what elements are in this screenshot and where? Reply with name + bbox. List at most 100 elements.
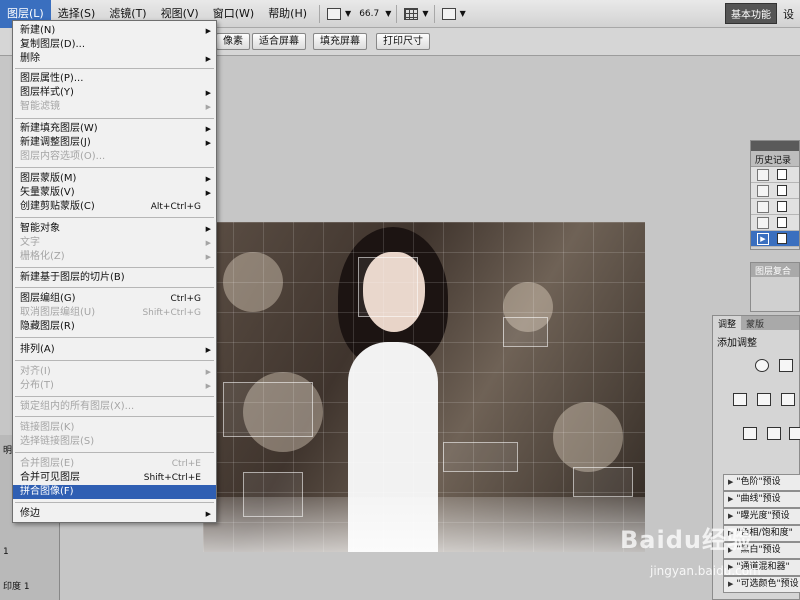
- expand-triangle-icon[interactable]: ▶: [728, 512, 733, 520]
- menu-item-label: 新建基于图层的切片(B): [20, 272, 125, 283]
- history-state-icon: [777, 217, 787, 228]
- left-panel-item[interactable]: 印度 1: [0, 579, 58, 592]
- menu-item-type: 文字 ▶: [13, 236, 216, 250]
- history-source-checkbox[interactable]: [757, 216, 769, 229]
- expand-triangle-icon[interactable]: ▶: [728, 495, 733, 503]
- menu-item-new-fill-layer[interactable]: 新建填充图层(W) ▶: [13, 122, 216, 136]
- chevron-down-icon[interactable]: ▼: [422, 9, 428, 18]
- history-row[interactable]: [751, 199, 799, 215]
- history-state-icon: [777, 201, 787, 212]
- menu-item-vector-mask[interactable]: 矢量蒙版(V) ▶: [13, 186, 216, 200]
- menu-item-merge-visible[interactable]: 合并可见图层 Shift+Ctrl+E: [13, 471, 216, 485]
- menu-item-hide-layers[interactable]: 隐藏图层(R): [13, 320, 216, 334]
- menu-item-label: 排列(A): [20, 344, 55, 355]
- fill-screen-button[interactable]: 填充屏幕: [313, 33, 367, 50]
- menu-separator: [15, 416, 214, 417]
- menu-item-delete[interactable]: 删除 ▶: [13, 52, 216, 66]
- menu-item-shortcut: Ctrl+G: [170, 294, 201, 304]
- history-source-checkbox[interactable]: [757, 168, 769, 181]
- history-source-checkbox[interactable]: [757, 184, 769, 197]
- actual-pixels-button[interactable]: 像素: [216, 33, 250, 50]
- menu-item-label: 隐藏图层(R): [20, 321, 75, 332]
- print-size-button[interactable]: 打印尺寸: [376, 33, 430, 50]
- preset-row-selective-color[interactable]: ▶ "可选颜色"预设: [723, 576, 800, 593]
- history-brush-icon[interactable]: ▶: [757, 232, 769, 245]
- screen-mode-frame-icon[interactable]: [441, 7, 456, 20]
- history-state-icon: [777, 169, 787, 180]
- menu-item-group-layers[interactable]: 图层编组(G) Ctrl+G: [13, 292, 216, 306]
- submenu-arrow-icon: ▶: [205, 239, 211, 247]
- history-row[interactable]: [751, 167, 799, 183]
- history-row[interactable]: [751, 215, 799, 231]
- mosaic-tile: [503, 317, 548, 347]
- preset-label: "色阶"预设: [736, 477, 781, 487]
- submenu-arrow-icon: ▶: [205, 346, 211, 354]
- mosaic-tile: [358, 257, 418, 317]
- menu-item-label: 矢量蒙版(V): [20, 187, 75, 198]
- menu-item-layer-mask[interactable]: 图层蒙版(M) ▶: [13, 172, 216, 186]
- menu-item-label: 文字: [20, 237, 40, 248]
- zoom-level[interactable]: 66.7: [359, 9, 379, 19]
- menu-item-smart-objects[interactable]: 智能对象 ▶: [13, 222, 216, 236]
- panel-header-bar[interactable]: [751, 141, 799, 151]
- menu-separator: [15, 68, 214, 69]
- invert-icon[interactable]: [743, 427, 757, 440]
- menu-item-label: 锁定组内的所有图层(X)...: [20, 401, 135, 412]
- submenu-arrow-icon: ▶: [205, 510, 211, 518]
- brightness-icon[interactable]: [755, 359, 769, 372]
- levels-icon[interactable]: [779, 359, 793, 372]
- expand-triangle-icon[interactable]: ▶: [728, 580, 733, 588]
- history-row[interactable]: [751, 183, 799, 199]
- menu-item-arrange[interactable]: 排列(A) ▶: [13, 343, 216, 357]
- menu-item-merge-layers: 合并图层(E) Ctrl+E: [13, 457, 216, 471]
- menu-item-label: 图层属性(P)...: [20, 73, 84, 84]
- menu-item-layer-properties[interactable]: 图层属性(P)...: [13, 72, 216, 86]
- menu-item-label: 栅格化(Z): [20, 251, 65, 262]
- menu-separator: [15, 267, 214, 268]
- layer-menu-dropdown: 新建(N) ▶ 复制图层(D)... 删除 ▶ 图层属性(P)... 图层样式(Y)…: [12, 20, 217, 523]
- menu-item-new-adjustment-layer[interactable]: 新建调整图层(J) ▶: [13, 136, 216, 150]
- tab-history[interactable]: 历史记录: [751, 151, 799, 167]
- menu-item-new-layer-based-slice[interactable]: 新建基于图层的切片(B): [13, 271, 216, 285]
- chevron-down-icon[interactable]: ▼: [345, 9, 351, 18]
- tab-masks[interactable]: 蒙版: [741, 316, 769, 330]
- gradient-map-icon[interactable]: [767, 427, 781, 440]
- left-panel-item[interactable]: 1: [0, 547, 58, 557]
- chevron-down-icon[interactable]: ▼: [460, 9, 466, 18]
- screen-mode-icon[interactable]: [327, 7, 342, 20]
- menu-item-new[interactable]: 新建(N) ▶: [13, 24, 216, 38]
- tab-layer-comps[interactable]: 图层复合: [751, 263, 799, 277]
- menu-item-label: 新建填充图层(W): [20, 123, 98, 134]
- workspace-next-button[interactable]: 设: [777, 6, 800, 22]
- fit-screen-button[interactable]: 适合屏幕: [252, 33, 306, 50]
- tab-adjustments[interactable]: 调整: [713, 316, 742, 330]
- color-balance-icon[interactable]: [781, 393, 795, 406]
- menu-item-label: 对齐(I): [20, 366, 51, 377]
- adjustments-tabs: 调整 蒙版: [713, 316, 799, 330]
- history-row-selected[interactable]: ▶: [751, 231, 799, 247]
- history-source-checkbox[interactable]: [757, 200, 769, 213]
- preset-row-curves[interactable]: ▶ "曲线"预设: [723, 491, 800, 508]
- expand-triangle-icon[interactable]: ▶: [728, 478, 733, 486]
- menu-help[interactable]: 帮助(H): [261, 0, 314, 28]
- menu-item-label: 拼合图像(F): [20, 486, 74, 497]
- preset-row-levels[interactable]: ▶ "色阶"预设: [723, 474, 800, 491]
- menu-item-label: 合并图层(E): [20, 458, 75, 469]
- chevron-down-icon[interactable]: ▼: [385, 9, 391, 18]
- menu-item-flatten-image[interactable]: 拼合图像(F): [13, 485, 216, 499]
- document-canvas-image[interactable]: [203, 222, 645, 552]
- history-state-icon: [777, 233, 787, 244]
- mosaic-tile: [573, 467, 633, 497]
- menu-item-duplicate-layer[interactable]: 复制图层(D)...: [13, 38, 216, 52]
- hue-saturation-icon[interactable]: [757, 393, 771, 406]
- selective-color-icon[interactable]: [789, 427, 800, 440]
- submenu-arrow-icon: ▶: [205, 225, 211, 233]
- submenu-arrow-icon: ▶: [205, 253, 211, 261]
- arrange-documents-icon[interactable]: [404, 7, 419, 20]
- workspace-essentials-button[interactable]: 基本功能: [725, 3, 777, 24]
- menu-item-matting[interactable]: 修边 ▶: [13, 507, 216, 521]
- menu-item-create-clipping-mask[interactable]: 创建剪贴蒙版(C) Alt+Ctrl+G: [13, 200, 216, 214]
- menu-item-layer-style[interactable]: 图层样式(Y) ▶: [13, 86, 216, 100]
- vibrance-icon[interactable]: [733, 393, 747, 406]
- submenu-arrow-icon: ▶: [205, 89, 211, 97]
